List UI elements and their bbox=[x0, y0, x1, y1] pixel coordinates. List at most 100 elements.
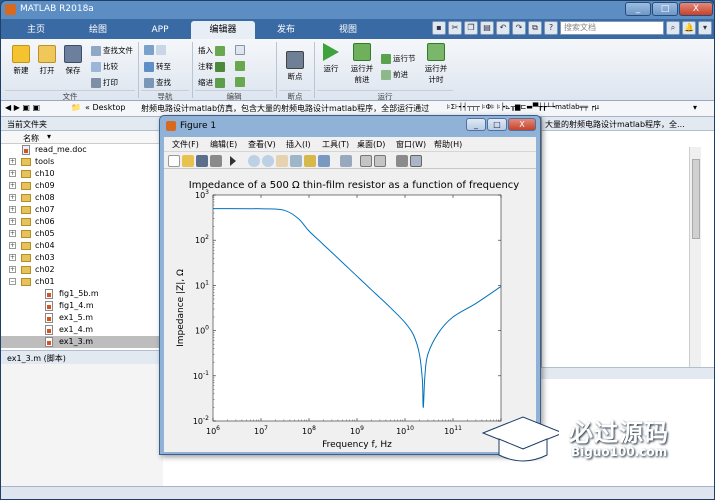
goto-button[interactable]: 转至 bbox=[144, 61, 171, 72]
print-button[interactable]: 打印 bbox=[91, 77, 118, 88]
data-cursor-icon[interactable] bbox=[304, 155, 316, 167]
menu-edit[interactable]: 编辑(E) bbox=[210, 139, 237, 150]
address-prefix[interactable]: « Desktop bbox=[85, 103, 125, 112]
menu-view[interactable]: 查看(V) bbox=[248, 139, 276, 150]
save-icon[interactable]: ▪ bbox=[432, 21, 446, 35]
scrollbar-thumb[interactable] bbox=[692, 159, 700, 239]
search-icon[interactable]: ⌕ bbox=[666, 21, 680, 35]
zoom-out-icon[interactable] bbox=[262, 155, 274, 167]
editor-panel[interactable]: 大量的射频电路设计matlab程序，全... bbox=[541, 117, 714, 367]
tab-apps[interactable]: APP bbox=[129, 21, 191, 39]
save-figure-icon[interactable] bbox=[196, 155, 208, 167]
help-icon[interactable]: ? bbox=[544, 21, 558, 35]
expand-icon[interactable]: + bbox=[9, 182, 16, 189]
collapse-icon[interactable]: − bbox=[9, 278, 16, 285]
expand-icon[interactable]: + bbox=[9, 218, 16, 225]
print-figure-icon[interactable] bbox=[210, 155, 222, 167]
address-dropdown-icon[interactable]: ▾ bbox=[693, 103, 697, 112]
sort-arrow-icon[interactable]: ▾ bbox=[47, 132, 51, 141]
tab-view[interactable]: 视图 bbox=[317, 21, 379, 39]
list-item[interactable]: ex1_5.m bbox=[1, 312, 163, 324]
list-item[interactable]: + ch07 bbox=[1, 204, 163, 216]
list-item[interactable]: + ch08 bbox=[1, 192, 163, 204]
insert-button[interactable]: 插入 bbox=[198, 45, 227, 56]
menu-desktop[interactable]: 桌面(D) bbox=[357, 139, 385, 150]
name-column-header[interactable]: 名称 bbox=[23, 133, 39, 144]
list-item[interactable]: ex1_3.m bbox=[1, 336, 163, 348]
list-item[interactable]: + ch02 bbox=[1, 264, 163, 276]
legend-icon[interactable] bbox=[374, 155, 386, 167]
tab-home[interactable]: 主页 bbox=[5, 21, 67, 39]
list-item[interactable]: fig1_4.m bbox=[1, 300, 163, 312]
list-item[interactable]: + ch09 bbox=[1, 180, 163, 192]
back-forward-buttons[interactable] bbox=[144, 45, 168, 55]
nav-arrows-icon[interactable]: ◀ ▶ ▣ ▣ bbox=[5, 103, 40, 112]
rotate-icon[interactable] bbox=[290, 155, 302, 167]
expand-icon[interactable]: + bbox=[9, 266, 16, 273]
list-item[interactable]: + ch04 bbox=[1, 240, 163, 252]
address-path[interactable]: 射频电路设计matlab仿真，包含大量的射频电路设计matlab程序，全部运行通… bbox=[141, 103, 429, 114]
advance-button[interactable]: 前进 bbox=[381, 69, 408, 80]
notification-icon[interactable]: 🔔 bbox=[682, 21, 696, 35]
tab-plots[interactable]: 绘图 bbox=[67, 21, 129, 39]
list-item[interactable]: + tools bbox=[1, 156, 163, 168]
new-figure-icon[interactable] bbox=[168, 155, 180, 167]
expand-icon[interactable]: + bbox=[9, 242, 16, 249]
pan-icon[interactable] bbox=[276, 155, 288, 167]
list-item[interactable]: + ch05 bbox=[1, 228, 163, 240]
list-item[interactable]: + ch06 bbox=[1, 216, 163, 228]
show-plot-tools-icon[interactable] bbox=[410, 155, 422, 167]
menu-tools[interactable]: 工具(T) bbox=[322, 139, 349, 150]
expand-icon[interactable]: + bbox=[9, 194, 16, 201]
pointer-icon[interactable] bbox=[230, 156, 236, 166]
copy-icon[interactable]: ❐ bbox=[464, 21, 478, 35]
brush-icon[interactable] bbox=[318, 155, 330, 167]
function-button[interactable] bbox=[235, 45, 247, 55]
find-files-button[interactable]: 查找文件 bbox=[91, 45, 133, 56]
undo-icon[interactable]: ↶ bbox=[496, 21, 510, 35]
open-file-icon[interactable] bbox=[182, 155, 194, 167]
expand-icon[interactable]: + bbox=[9, 206, 16, 213]
list-item[interactable]: read_me.doc bbox=[1, 144, 163, 156]
open-button[interactable]: 打开 bbox=[35, 45, 59, 76]
compare-button[interactable]: 比较 bbox=[91, 61, 118, 72]
paste-icon[interactable]: ▤ bbox=[480, 21, 494, 35]
editor-scrollbar[interactable] bbox=[689, 147, 701, 367]
cut-icon[interactable]: ✂ bbox=[448, 21, 462, 35]
menu-file[interactable]: 文件(F) bbox=[172, 139, 199, 150]
find-button[interactable]: 查找 bbox=[144, 77, 171, 88]
figure-maximize-button[interactable]: □ bbox=[487, 118, 507, 131]
run-and-advance-button[interactable]: 运行并 前进 bbox=[349, 43, 375, 85]
expand-icon[interactable]: ▾ bbox=[698, 21, 712, 35]
search-documentation-input[interactable]: 搜索文档 bbox=[560, 21, 664, 35]
menu-insert[interactable]: 插入(I) bbox=[286, 139, 311, 150]
list-item[interactable]: fig1_5b.m bbox=[1, 288, 163, 300]
colorbar-icon[interactable] bbox=[360, 155, 372, 167]
expand-icon[interactable]: + bbox=[9, 170, 16, 177]
run-button[interactable]: 运行 bbox=[319, 43, 343, 74]
tab-publish[interactable]: 发布 bbox=[255, 21, 317, 39]
figure-close-button[interactable]: X bbox=[508, 118, 536, 131]
expand-icon[interactable]: + bbox=[9, 254, 16, 261]
maximize-button[interactable]: □ bbox=[652, 2, 678, 16]
switch-windows-icon[interactable]: ⧉ bbox=[528, 21, 542, 35]
list-item[interactable]: + ch03 bbox=[1, 252, 163, 264]
list-item[interactable]: + ch10 bbox=[1, 168, 163, 180]
close-button[interactable]: X bbox=[679, 2, 713, 16]
percent-button[interactable] bbox=[235, 61, 247, 71]
expand-icon[interactable]: + bbox=[9, 230, 16, 237]
tab-editor[interactable]: 编辑器 bbox=[191, 21, 255, 39]
new-button[interactable]: 新建 bbox=[9, 45, 33, 76]
run-section-button[interactable]: 运行节 bbox=[381, 53, 416, 64]
zoom-in-icon[interactable] bbox=[248, 155, 260, 167]
comment-button[interactable]: 注释 bbox=[198, 61, 227, 72]
indent-button[interactable]: 缩进 bbox=[198, 77, 227, 88]
link-plot-icon[interactable] bbox=[340, 155, 352, 167]
redo-icon[interactable]: ↷ bbox=[512, 21, 526, 35]
hide-plot-tools-icon[interactable] bbox=[396, 155, 408, 167]
wrap-button[interactable] bbox=[235, 77, 247, 87]
minimize-button[interactable]: _ bbox=[625, 2, 651, 16]
figure-minimize-button[interactable]: _ bbox=[466, 118, 486, 131]
menu-window[interactable]: 窗口(W) bbox=[396, 139, 426, 150]
list-item[interactable]: ex1_4.m bbox=[1, 324, 163, 336]
